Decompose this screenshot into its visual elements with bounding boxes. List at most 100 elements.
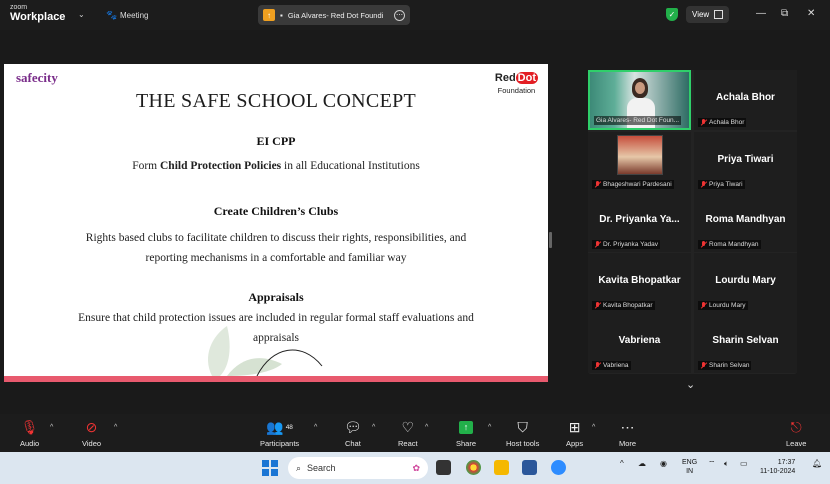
split-resize-handle[interactable] xyxy=(549,232,552,248)
participants-button[interactable]: 👥 48 Participants xyxy=(260,418,300,449)
participant-label: Bhageshwari Pardesani xyxy=(592,180,674,189)
participants-options-caret[interactable]: ^ xyxy=(314,424,317,431)
mic-muted-icon xyxy=(700,302,706,309)
file-explorer-icon[interactable] xyxy=(494,460,509,475)
chat-label: Chat xyxy=(344,439,361,448)
minimize-icon[interactable]: — xyxy=(756,8,766,19)
participant-tile[interactable]: Kavita Bhopatkar Kavita Bhopatkar xyxy=(588,253,691,313)
participant-label: Roma Mandhyan xyxy=(698,240,761,249)
participants-count: 48 xyxy=(285,423,293,431)
slide-title: THE SAFE SCHOOL CONCEPT xyxy=(135,90,417,112)
participant-tile[interactable]: Gia Alvares- Red Dot Foun... xyxy=(588,70,691,130)
more-options-icon[interactable]: ⋯ xyxy=(394,9,405,21)
participant-tile[interactable]: Lourdu Mary Lourdu Mary xyxy=(694,253,797,313)
participants-label: Participants xyxy=(260,439,300,448)
react-button[interactable]: ♡ React xyxy=(398,418,418,449)
task-view-icon[interactable] xyxy=(436,460,451,475)
share-chip-name: Gia Alvares- Red Dot Foundi xyxy=(287,10,384,20)
chrome-icon[interactable] xyxy=(466,460,481,475)
word-icon[interactable] xyxy=(522,460,537,475)
tray-zoom-icon[interactable]: ◉ xyxy=(660,459,667,468)
participant-tile[interactable]: Bhageshwari Pardesani xyxy=(588,132,691,192)
windows-taskbar: ⌕ Search ✿ ^ ☁ ◉ ENG IN ⌔ 🔈︎ ▭ 17:37 11-… xyxy=(0,452,830,484)
participant-name: Lourdu Mary xyxy=(715,275,776,286)
react-label: React xyxy=(398,439,418,448)
tray-app-icon[interactable]: ☁ xyxy=(638,459,646,468)
share-arrow-icon: ↑ xyxy=(459,420,473,434)
close-icon[interactable]: ✕ xyxy=(807,8,815,19)
zoom-brand[interactable]: zoom Workplace xyxy=(10,4,65,23)
section-heading-clubs: Create Children’s Clubs xyxy=(213,204,339,218)
video-options-caret[interactable]: ^ xyxy=(114,424,117,431)
wifi-icon[interactable]: ⌔ xyxy=(708,459,716,469)
chat-options-caret[interactable]: ^ xyxy=(372,424,375,431)
participant-name: Sharin Selvan xyxy=(712,335,779,346)
participant-label: Dr. Priyanka Yadav xyxy=(592,240,661,249)
participant-name: Dr. Priyanka Ya... xyxy=(599,214,680,225)
participant-name: Vabriena xyxy=(618,335,661,346)
participant-photo xyxy=(617,135,663,175)
leave-button[interactable]: ⎋ Leave xyxy=(786,418,806,449)
camera-icon: ▪ xyxy=(280,10,283,20)
video-button[interactable]: ⊘ Video xyxy=(82,418,102,449)
participant-tile[interactable]: Achala Bhor Achala Bhor xyxy=(694,70,797,130)
audio-label: Audio xyxy=(20,439,40,448)
mic-muted-icon xyxy=(594,362,600,369)
participant-tile[interactable]: Dr. Priyanka Ya... Dr. Priyanka Yadav xyxy=(588,192,691,252)
apps-options-caret[interactable]: ^ xyxy=(592,424,595,431)
search-highlight-icon: ✿ xyxy=(412,462,420,473)
participant-tile[interactable]: Vabriena Vabriena xyxy=(588,313,691,373)
video-label: Video xyxy=(82,439,102,448)
apps-label: Apps xyxy=(566,439,584,448)
participant-label: Vabriena xyxy=(592,361,631,370)
screen-share-chip[interactable]: ↑ ▪ Gia Alvares- Red Dot Foundi ⋯ xyxy=(258,5,410,25)
share-button[interactable]: ↑ Share xyxy=(456,418,476,448)
participant-label: Gia Alvares- Red Dot Foun... xyxy=(594,116,682,125)
view-label: View xyxy=(692,10,710,19)
chat-button[interactable]: 💬︎ Chat xyxy=(344,418,362,449)
mic-muted-icon xyxy=(700,362,706,369)
system-clock[interactable]: 17:37 11-10-2024 xyxy=(760,458,795,476)
tray-chevron-icon[interactable]: ^ xyxy=(620,459,624,468)
section-heading-eicpp: EI CPP xyxy=(256,134,296,148)
language-indicator[interactable]: ENG IN xyxy=(682,458,697,476)
windows-start-icon[interactable] xyxy=(262,460,278,476)
more-label: More xyxy=(619,439,637,448)
zoom-taskbar-icon[interactable] xyxy=(551,460,566,475)
meeting-toolbar: 🎙︎ Audio ^ ⊘ Video ^ 👥 48 Participants ^ … xyxy=(0,414,830,452)
share-screen-icon: ↑ xyxy=(263,9,275,21)
audio-button[interactable]: 🎙︎ Audio xyxy=(20,418,40,449)
mic-muted-icon xyxy=(594,181,600,188)
chevron-down-icon[interactable]: ⌄ xyxy=(686,378,695,391)
logo-red-text: Red xyxy=(494,72,516,84)
participant-name: Priya Tiwari xyxy=(717,154,774,165)
meeting-tab[interactable]: 🐾 Meeting xyxy=(106,10,148,20)
view-button[interactable]: View xyxy=(686,6,730,23)
chat-icon: 💬︎ xyxy=(344,418,362,435)
search-placeholder: Search xyxy=(307,463,336,473)
audio-options-caret[interactable]: ^ xyxy=(50,424,53,431)
mic-muted-icon xyxy=(594,241,600,248)
battery-icon[interactable]: ▭ xyxy=(740,459,748,468)
restore-icon[interactable]: ⧉ xyxy=(781,8,788,19)
participant-name: Achala Bhor xyxy=(716,92,775,103)
notifications-icon[interactable]: 🔔︎ xyxy=(812,459,822,468)
search-icon: ⌕ xyxy=(296,462,302,473)
participant-name: Kavita Bhopatkar xyxy=(598,275,681,286)
participant-tile[interactable]: Priya Tiwari Priya Tiwari xyxy=(694,132,797,192)
chevron-down-icon[interactable]: ⌄ xyxy=(78,10,85,19)
shared-screen: safecity Red Dot Foundation THE SAFE SCHO… xyxy=(4,64,548,382)
participant-label: Lourdu Mary xyxy=(698,301,748,310)
react-options-caret[interactable]: ^ xyxy=(425,424,428,431)
more-button[interactable]: ⋯ More xyxy=(619,418,637,449)
participant-tile[interactable]: Roma Mandhyan Roma Mandhyan xyxy=(694,192,797,252)
apps-button[interactable]: ⊞ Apps xyxy=(566,418,584,449)
brand-line1: zoom xyxy=(10,4,28,11)
participant-tile[interactable]: Sharin Selvan Sharin Selvan xyxy=(694,313,797,373)
zoom-window: zoom Workplace ⌄ 🐾 Meeting ↑ ▪ Gia Alvar… xyxy=(0,0,830,484)
host-tools-button[interactable]: ⛉ Host tools xyxy=(506,418,539,449)
volume-icon[interactable]: 🔈︎ xyxy=(724,459,729,469)
shield-check-icon[interactable]: ✓ xyxy=(666,8,678,21)
taskbar-search[interactable]: ⌕ Search ✿ xyxy=(288,457,428,479)
share-options-caret[interactable]: ^ xyxy=(488,424,491,431)
